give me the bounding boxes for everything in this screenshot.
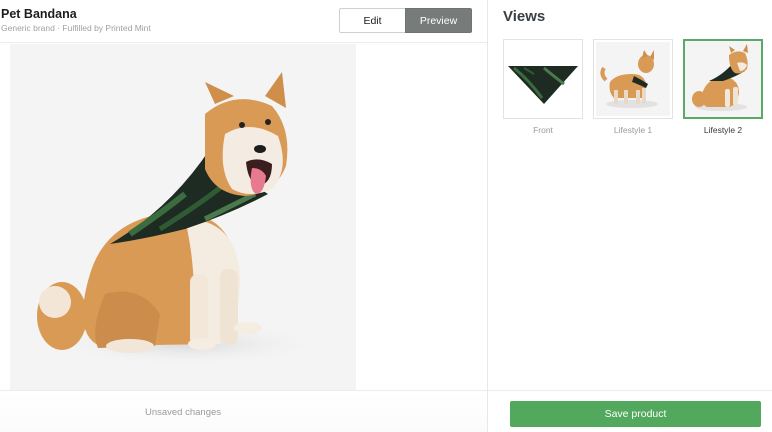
product-header: Pet Bandana Generic brand · Fulfilled by… bbox=[0, 0, 488, 43]
unsaved-changes-text: Unsaved changes bbox=[144, 407, 222, 418]
status-bar: Unsaved changes bbox=[0, 390, 488, 432]
product-subtitle: Generic brand · Fulfilled by Printed Min… bbox=[1, 23, 151, 33]
editor-pane: Pet Bandana Generic brand · Fulfilled by… bbox=[0, 0, 488, 432]
preview-button[interactable]: Preview bbox=[405, 8, 472, 33]
mode-toggle: Edit Preview bbox=[339, 8, 472, 33]
view-label-front: Front bbox=[533, 125, 553, 135]
views-title: Views bbox=[503, 8, 546, 25]
product-preview-image bbox=[10, 44, 356, 390]
dog-illustration bbox=[37, 72, 325, 366]
view-thumbnail-front[interactable] bbox=[503, 39, 583, 119]
dog-sitting-icon bbox=[685, 41, 761, 117]
views-pane: Views Front Lifestyle 1 Lifestyle 2 Save… bbox=[488, 0, 772, 432]
save-product-button[interactable]: Save product bbox=[510, 401, 761, 427]
edit-button[interactable]: Edit bbox=[339, 8, 405, 33]
dog-standing-icon bbox=[596, 42, 670, 116]
view-thumbnail-lifestyle-2[interactable] bbox=[683, 39, 763, 119]
view-thumbnail-lifestyle-1[interactable] bbox=[593, 39, 673, 119]
actions-bar: Save product bbox=[488, 390, 772, 432]
product-title: Pet Bandana bbox=[1, 7, 77, 21]
bandana-front-icon bbox=[508, 66, 578, 104]
view-label-lifestyle-1: Lifestyle 1 bbox=[613, 125, 653, 135]
view-label-lifestyle-2: Lifestyle 2 bbox=[703, 125, 743, 135]
